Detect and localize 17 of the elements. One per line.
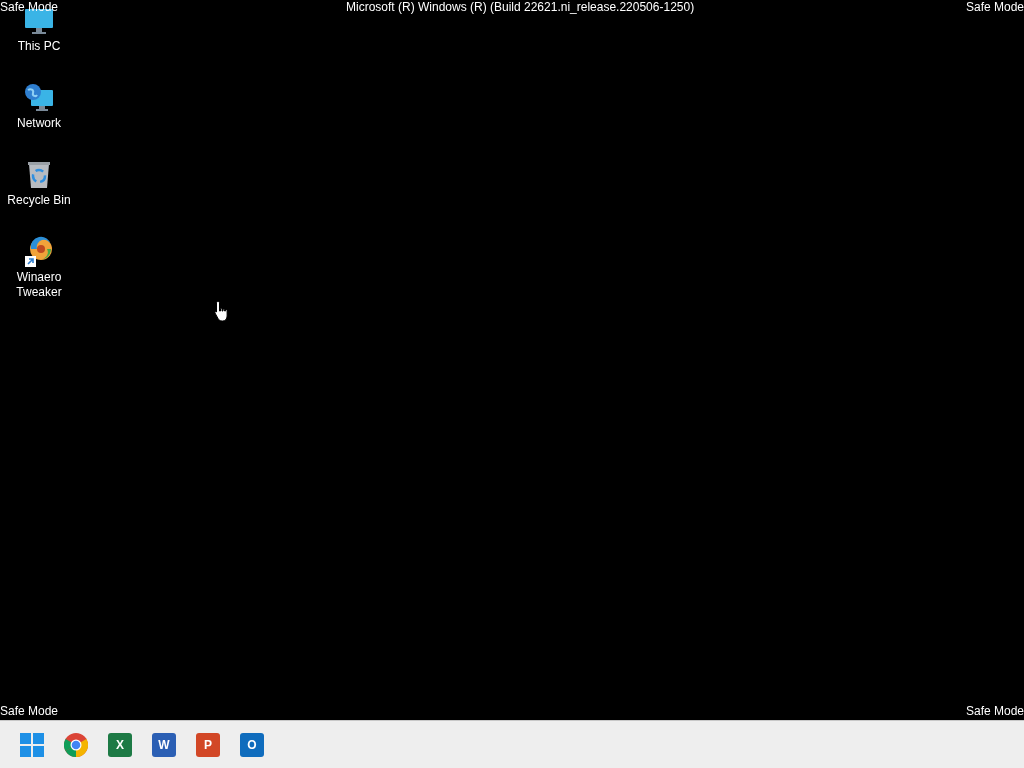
watermark-text: Microsoft (R) Windows (R) (Build 22621.ni_release.220506-1250) (346, 0, 695, 15)
app-icon[interactable]: W (152, 732, 176, 757)
browser-icon[interactable] (64, 732, 88, 757)
app-icon[interactable]: X (108, 732, 132, 757)
desktop-icon-label[interactable]: Recycle Bin (4, 193, 74, 223)
app-icon[interactable]: O (240, 732, 264, 757)
swirl-logo-icon[interactable] (23, 236, 55, 268)
desktop-icon-label[interactable]: Winaero Tweaker (4, 270, 74, 300)
desktop-icon-label[interactable]: Network (4, 116, 74, 146)
hand-cursor-icon (214, 300, 230, 324)
watermark-text: Safe Mode (0, 704, 59, 719)
watermark-text: Safe Mode (965, 704, 1024, 719)
globe-monitor-icon[interactable] (23, 82, 55, 114)
app-icon[interactable]: P (196, 732, 220, 757)
watermark-text: Safe Mode (965, 0, 1024, 15)
desktop-icon-label[interactable]: This PC (4, 39, 74, 69)
start-button-icon[interactable] (20, 732, 44, 757)
